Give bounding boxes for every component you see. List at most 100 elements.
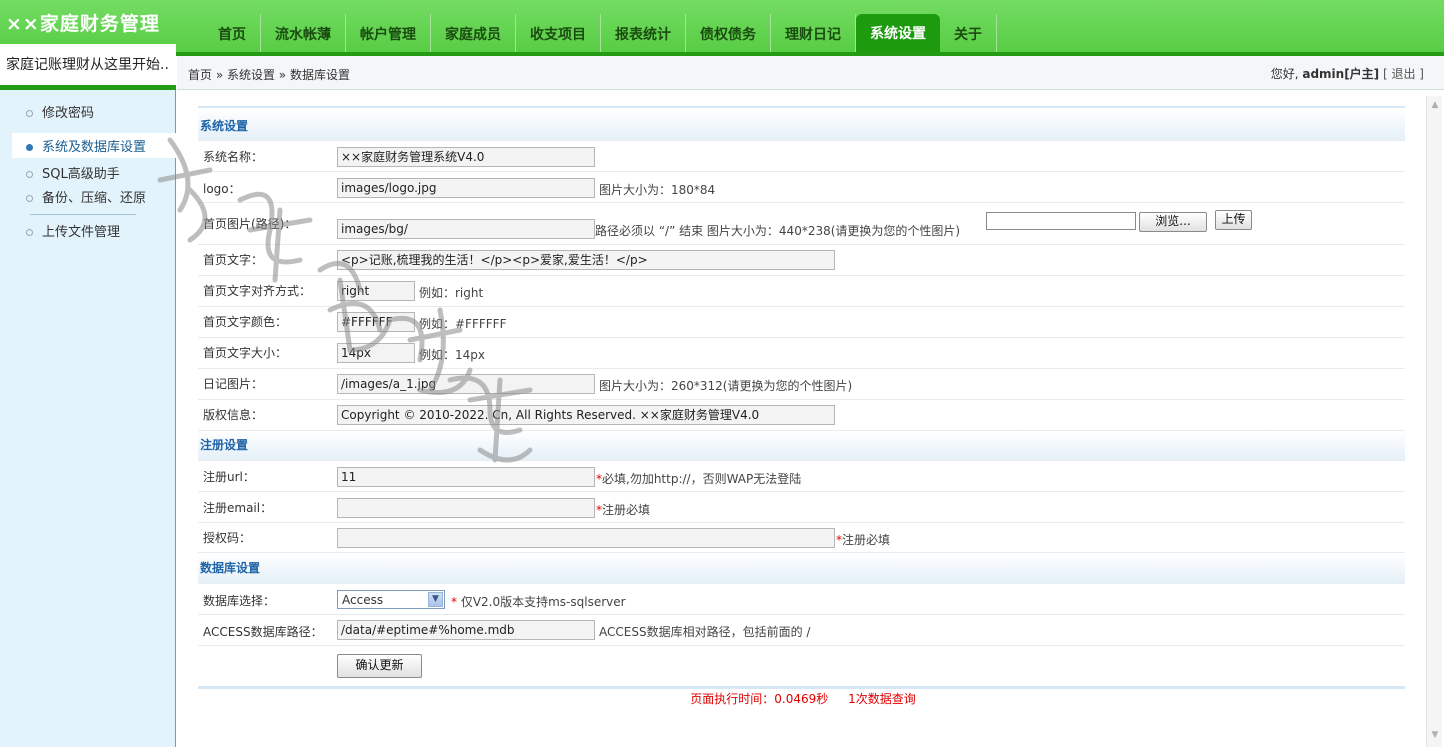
access-path-input[interactable]: /data/#eptime#%home.mdb bbox=[337, 620, 595, 640]
copyright-input[interactable]: Copyright © 2010-2022. Cn, All Rights Re… bbox=[337, 405, 835, 425]
home-image-label: 首页图片(路径)： bbox=[203, 217, 297, 231]
browse-button[interactable]: 浏览... bbox=[1139, 212, 1207, 232]
breadcrumb: 首页 » 系统设置 » 数据库设置 bbox=[188, 68, 350, 82]
auth-code-hint: *注册必填 bbox=[836, 533, 891, 547]
row-access-path: ACCESS数据库路径： /data/#eptime#%home.mdb ACC… bbox=[198, 615, 1405, 646]
row-home-image: 首页图片(路径)： images/bg/ 路径必须以 “/” 结束 图片大小为：… bbox=[198, 203, 1405, 245]
row-register-url: 注册url： 11 *必填,勿加http://，否则WAP无法登陆 bbox=[198, 461, 1405, 492]
main-nav: 首页 流水帐薄 帐户管理 家庭成员 收支项目 报表统计 债权债务 理财日记 系统… bbox=[204, 14, 997, 52]
nav-about[interactable]: 关于 bbox=[940, 14, 997, 52]
text-size-hint: 例如：14px bbox=[419, 348, 485, 362]
sidebar-item-system-db-settings[interactable]: 系统及数据库设置 bbox=[12, 133, 180, 158]
query-count: 1次数据查询 bbox=[848, 692, 916, 706]
copyright-label: 版权信息： bbox=[203, 408, 264, 422]
system-name-input[interactable]: ××家庭财务管理系统V4.0 bbox=[337, 147, 595, 167]
register-url-hint: *必填,勿加http://，否则WAP无法登陆 bbox=[596, 472, 802, 486]
register-email-input[interactable] bbox=[337, 498, 595, 518]
logo-label: logo： bbox=[203, 182, 241, 196]
sidebar-item-upload-files[interactable]: 上传文件管理 bbox=[26, 221, 120, 240]
nav-debts[interactable]: 债权债务 bbox=[686, 14, 771, 52]
sidebar-item-change-password[interactable]: 修改密码 bbox=[26, 102, 94, 121]
access-path-hint: ACCESS数据库相对路径，包括前面的 / bbox=[599, 625, 811, 639]
text-size-input[interactable]: 14px bbox=[337, 343, 415, 363]
register-email-label: 注册email： bbox=[203, 501, 273, 515]
row-text-align: 首页文字对齐方式： right 例如：right bbox=[198, 276, 1405, 307]
text-color-label: 首页文字颜色： bbox=[203, 315, 288, 329]
register-url-input[interactable]: 11 bbox=[337, 467, 595, 487]
row-text-size: 首页文字大小： 14px 例如：14px bbox=[198, 338, 1405, 369]
sidebar: 修改密码 系统及数据库设置 SQL高级助手 备份、压缩、还原 上传文件管理 bbox=[0, 90, 180, 747]
scroll-up-icon[interactable]: ▲ bbox=[1429, 100, 1441, 114]
row-home-text: 首页文字： <p>记账,梳理我的生活！</p><p>爱家,爱生活！</p> bbox=[198, 245, 1405, 276]
section-database-settings: 数据库设置 bbox=[198, 553, 1405, 584]
bullet-icon bbox=[26, 144, 33, 151]
text-size-label: 首页文字大小： bbox=[203, 346, 288, 360]
auth-code-input[interactable] bbox=[337, 528, 835, 548]
text-align-hint: 例如：right bbox=[419, 286, 484, 300]
breadcrumb-bar: 首页 » 系统设置 » 数据库设置 您好, admin[户主] [ 退出 ] bbox=[177, 56, 1444, 90]
bullet-icon bbox=[26, 229, 33, 236]
logo-hint: 图片大小为：180*84 bbox=[599, 183, 716, 197]
nav-accounts[interactable]: 帐户管理 bbox=[346, 14, 431, 52]
sidebar-item-sql-helper[interactable]: SQL高级助手 bbox=[26, 163, 120, 182]
row-text-color: 首页文字颜色： #FFFFFF 例如：#FFFFFF bbox=[198, 307, 1405, 338]
home-text-input[interactable]: <p>记账,梳理我的生活！</p><p>爱家,爱生活！</p> bbox=[337, 250, 835, 270]
app-title: ××家庭财务管理 bbox=[6, 13, 160, 35]
chevron-down-icon[interactable]: ▼ bbox=[428, 592, 443, 607]
row-submit: 确认更新 bbox=[198, 646, 1405, 686]
upload-button[interactable]: 上传 bbox=[1215, 210, 1252, 230]
text-align-input[interactable]: right bbox=[337, 281, 415, 301]
row-logo: logo： images/logo.jpg 图片大小为：180*84 bbox=[198, 172, 1405, 203]
nav-family-members[interactable]: 家庭成员 bbox=[431, 14, 516, 52]
user-info: 您好, admin[户主] [ 退出 ] bbox=[1270, 67, 1424, 81]
home-image-file-input[interactable] bbox=[986, 212, 1136, 230]
text-align-label: 首页文字对齐方式： bbox=[203, 284, 312, 298]
bullet-icon bbox=[26, 171, 33, 178]
register-url-label: 注册url： bbox=[203, 470, 255, 484]
nav-home[interactable]: 首页 bbox=[204, 14, 261, 52]
nav-reports[interactable]: 报表统计 bbox=[601, 14, 686, 52]
nav-ledger[interactable]: 流水帐薄 bbox=[261, 14, 346, 52]
sidebar-item-backup[interactable]: 备份、压缩、还原 bbox=[26, 187, 146, 206]
row-system-name: 系统名称： ××家庭财务管理系统V4.0 bbox=[198, 141, 1405, 172]
row-auth-code: 授权码： *注册必填 bbox=[198, 523, 1405, 553]
section-system-settings: 系统设置 bbox=[198, 108, 1405, 141]
db-select-label: 数据库选择： bbox=[203, 594, 276, 608]
nav-finance-diary[interactable]: 理财日记 bbox=[771, 14, 856, 52]
sidebar-divider bbox=[30, 214, 136, 215]
exec-time: 页面执行时间：0.0469秒 bbox=[690, 692, 829, 706]
home-image-hint: 路径必须以 “/” 结束 图片大小为：440*238(请更换为您的个性图片) bbox=[595, 224, 961, 238]
db-select-dropdown[interactable]: Access ▼ bbox=[337, 590, 445, 609]
diary-image-hint: 图片大小为：260*312(请更换为您的个性图片) bbox=[599, 379, 853, 393]
nav-income-expense-items[interactable]: 收支项目 bbox=[516, 14, 601, 52]
nav-system-settings[interactable]: 系统设置 bbox=[856, 14, 940, 52]
access-path-label: ACCESS数据库路径： bbox=[203, 625, 323, 639]
top-header: ××家庭财务管理 首页 流水帐薄 帐户管理 家庭成员 收支项目 报表统计 债权债… bbox=[0, 0, 1444, 56]
row-diary-image: 日记图片： /images/a_1.jpg 图片大小为：260*312(请更换为… bbox=[198, 369, 1405, 400]
confirm-update-button[interactable]: 确认更新 bbox=[337, 654, 422, 678]
section-register-settings: 注册设置 bbox=[198, 431, 1405, 461]
app-slogan: 家庭记账理财从这里开始.. bbox=[0, 44, 176, 85]
text-color-input[interactable]: #FFFFFF bbox=[337, 312, 415, 332]
username: admin[户主] bbox=[1302, 67, 1380, 81]
diary-image-label: 日记图片： bbox=[203, 377, 264, 391]
auth-code-label: 授权码： bbox=[203, 531, 252, 545]
text-color-hint: 例如：#FFFFFF bbox=[419, 317, 507, 331]
logo-input[interactable]: images/logo.jpg bbox=[337, 178, 595, 198]
bullet-icon bbox=[26, 195, 33, 202]
home-image-input[interactable]: images/bg/ bbox=[337, 219, 595, 239]
scroll-down-icon[interactable]: ▼ bbox=[1429, 730, 1441, 744]
vertical-scrollbar[interactable]: ▲ ▼ bbox=[1426, 96, 1442, 747]
footer-stats: 页面执行时间：0.0469秒 1次数据查询 bbox=[0, 690, 1426, 707]
row-db-select: 数据库选择： Access ▼ * 仅V2.0版本支持ms-sqlserver bbox=[198, 584, 1405, 615]
bullet-icon bbox=[26, 110, 33, 117]
system-name-label: 系统名称： bbox=[203, 150, 264, 164]
logout-link[interactable]: [ 退出 ] bbox=[1383, 67, 1424, 81]
home-text-label: 首页文字： bbox=[203, 253, 264, 267]
form-bottom-band bbox=[198, 686, 1405, 689]
register-email-hint: *注册必填 bbox=[596, 503, 651, 517]
row-register-email: 注册email： *注册必填 bbox=[198, 492, 1405, 523]
row-copyright: 版权信息： Copyright © 2010-2022. Cn, All Rig… bbox=[198, 400, 1405, 431]
db-select-hint: * 仅V2.0版本支持ms-sqlserver bbox=[451, 595, 626, 609]
diary-image-input[interactable]: /images/a_1.jpg bbox=[337, 374, 595, 394]
